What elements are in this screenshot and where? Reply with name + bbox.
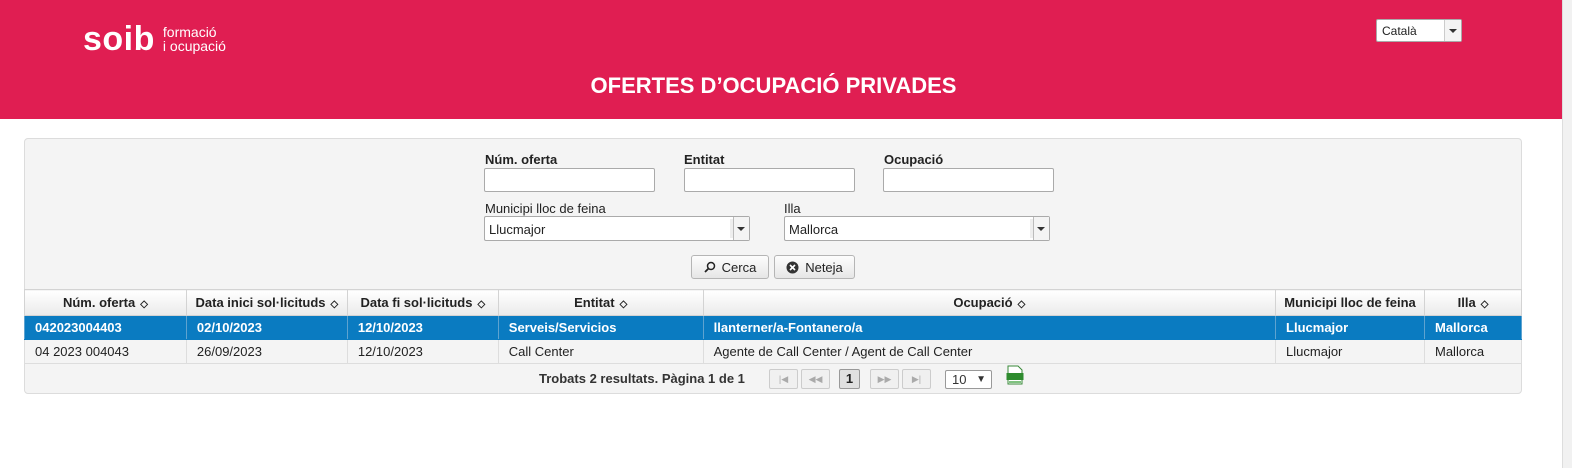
ocupacio-label: Ocupació [884,152,944,167]
column-header-data-fi[interactable]: Data fi sol·licituds ◇ [346,289,499,316]
illa-label: Illa [784,201,801,216]
cell-entitat: Call Center [497,339,704,364]
header-banner: soib formació i ocupació Català OFERTES … [0,0,1563,119]
cell-entitat: Serveis/Servicios [497,315,704,340]
cell-illa: Mallorca [1424,339,1522,364]
search-button-label: Cerca [721,259,757,275]
table-row[interactable]: 04 2023 004043 26/09/2023 12/10/2023 Cal… [24,339,1522,364]
cell-data-fi: 12/10/2023 [346,315,499,340]
clear-button-label: Neteja [805,259,843,275]
column-header-data-inici[interactable]: Data inici sol·licituds ◇ [185,289,348,316]
illa-value: Mallorca [789,222,839,237]
close-circle-icon [786,261,799,273]
prev-page-button[interactable]: ◀◀ [801,369,830,389]
entitat-label: Entitat [684,152,725,167]
sort-icon: ◇ [330,299,339,310]
cell-municipi: Llucmajor [1275,315,1425,340]
cell-ocupacio: Agente de Call Center / Agent de Call Ce… [702,339,1277,364]
column-header-entitat[interactable]: Entitat ◇ [497,289,704,316]
clear-button[interactable]: Neteja [774,255,855,279]
chevron-down-icon[interactable] [1444,20,1461,41]
language-value: Català [1382,24,1417,38]
num-oferta-label: Núm. oferta [485,152,558,167]
sort-icon: ◇ [140,299,148,310]
rows-per-page-select[interactable]: 10 ▼ [945,370,992,389]
cell-data-inici: 02/10/2023 [185,315,348,340]
entitat-input[interactable] [684,168,855,192]
sort-icon: ◇ [619,299,628,310]
current-page-button[interactable]: 1 [839,369,860,389]
municipi-label: Municipi lloc de feina [485,201,606,216]
chevron-down-icon: ▼ [976,374,986,385]
cell-num-oferta: 042023004403 [24,315,187,340]
language-select[interactable]: Català [1376,19,1462,42]
magnifier-icon [704,261,715,273]
table-header-row: Núm. oferta ◇ Data inici sol·licituds ◇ Da… [24,289,1522,316]
illa-select[interactable]: Mallorca [784,216,1050,241]
next-page-button[interactable]: ▶▶ [870,369,899,389]
last-page-button[interactable]: ▶| [902,369,931,389]
cell-municipi: Llucmajor [1275,339,1425,364]
sort-icon: ◇ [1017,299,1026,310]
cell-num-oferta: 04 2023 004043 [24,339,187,364]
rows-per-page-value: 10 [952,372,967,387]
page-title: OFERTES D’OCUPACIÓ PRIVADES [590,73,957,98]
cell-illa: Mallorca [1424,315,1522,340]
results-summary: Trobats 2 resultats. Pàgina 1 de 1 [539,371,745,386]
column-header-municipi: Municipi lloc de feina [1275,289,1425,316]
column-header-ocupacio[interactable]: Ocupació ◇ [702,289,1277,316]
column-header-illa[interactable]: Illa ◇ [1424,289,1522,316]
chevron-down-icon[interactable] [733,217,749,240]
num-oferta-input[interactable] [484,168,655,192]
table-row[interactable]: 042023004403 02/10/2023 12/10/2023 Serve… [24,315,1522,340]
first-page-button[interactable]: |◀ [769,369,798,389]
cell-ocupacio: llanterner/a-Fontanero/a [702,315,1277,340]
page-scrollbar[interactable] [1562,0,1572,468]
pagination-bar: Trobats 2 resultats. Pàgina 1 de 1 |◀ ◀◀… [24,362,1522,394]
logo-sub-line2: i ocupació [162,38,226,54]
municipi-value: Llucmajor [489,222,546,237]
municipi-select[interactable]: Llucmajor [484,216,750,241]
sort-icon: ◇ [477,299,486,310]
sort-icon: ◇ [1480,299,1489,310]
cell-data-inici: 26/09/2023 [185,339,348,364]
chevron-down-icon[interactable] [1033,217,1049,240]
xls-export-icon[interactable] [1006,365,1024,385]
search-button[interactable]: Cerca [691,255,769,279]
ocupacio-input[interactable] [883,168,1054,192]
logo-subtitle: formació i ocupació [163,25,226,53]
cell-data-fi: 12/10/2023 [346,339,499,364]
logo-main-text: soib [83,20,155,58]
soib-logo[interactable]: soib formació i ocupació [83,22,226,56]
results-table: Núm. oferta ◇ Data inici sol·licituds ◇ Da… [24,289,1522,364]
column-header-num-oferta[interactable]: Núm. oferta ◇ [24,289,187,316]
